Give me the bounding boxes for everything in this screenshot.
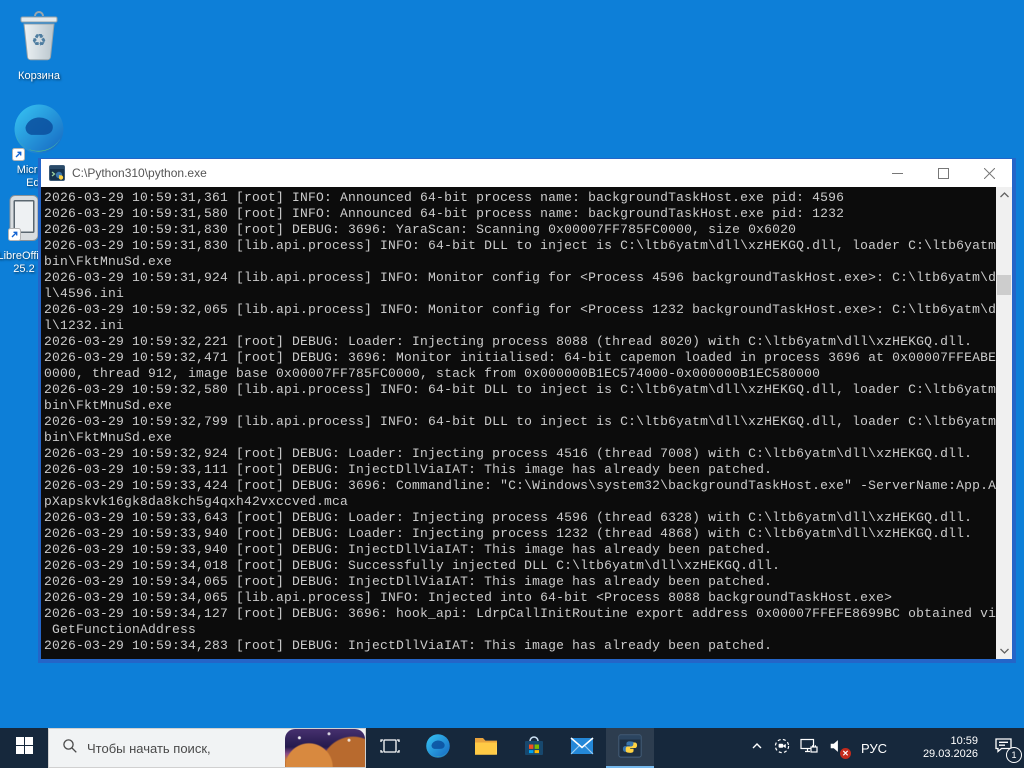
console-output[interactable]: 2026-03-29 10:59:31,361 [root] INFO: Ann… bbox=[44, 190, 1004, 654]
edge-icon bbox=[425, 733, 451, 764]
vertical-scrollbar[interactable] bbox=[996, 187, 1012, 659]
console-content[interactable]: 2026-03-29 10:59:31,361 [root] INFO: Ann… bbox=[41, 187, 1012, 659]
taskbar: Чтобы начать поиск, ✕ РУС 10:59 29.03.20… bbox=[0, 728, 1024, 768]
clock-date: 29.03.2026 bbox=[922, 748, 978, 760]
taskbar-search-box[interactable]: Чтобы начать поиск, bbox=[48, 728, 366, 768]
recycle-bin-icon: ♻ bbox=[16, 10, 62, 67]
tray-network-button[interactable] bbox=[795, 728, 822, 768]
search-highlight-image[interactable] bbox=[285, 729, 365, 767]
maximize-button[interactable] bbox=[920, 159, 966, 187]
system-tray: ✕ РУС 10:59 29.03.2026 1 bbox=[745, 728, 1024, 768]
taskbar-edge-button[interactable] bbox=[414, 728, 462, 768]
tray-volume-button[interactable]: ✕ bbox=[822, 728, 852, 768]
mail-icon bbox=[569, 733, 595, 764]
recycle-bin-label: Корзина bbox=[18, 70, 60, 82]
python-console-icon bbox=[49, 165, 65, 181]
windows-logo-icon bbox=[15, 737, 33, 759]
taskbar-file-explorer-button[interactable] bbox=[462, 728, 510, 768]
task-view-button[interactable] bbox=[366, 728, 414, 768]
tray-show-hidden-icons-button[interactable] bbox=[745, 728, 769, 768]
search-icon bbox=[62, 738, 78, 759]
taskbar-python-console-button[interactable] bbox=[606, 728, 654, 768]
scrollbar-thumb[interactable] bbox=[997, 275, 1011, 295]
close-button[interactable] bbox=[966, 159, 1012, 187]
scroll-down-icon[interactable] bbox=[996, 643, 1012, 659]
python-console-icon bbox=[617, 733, 643, 764]
tray-language-indicator[interactable]: РУС bbox=[852, 728, 896, 768]
microsoft-store-icon bbox=[522, 734, 546, 763]
desktop-background: ♻ Корзина LibreOffice 25.2 C:\Python310\… bbox=[0, 0, 1024, 768]
shortcut-arrow-icon bbox=[12, 148, 25, 161]
window-title-bar[interactable]: C:\Python310\python.exe bbox=[41, 159, 1012, 187]
camera-dashed-circle-icon bbox=[773, 737, 791, 760]
chevron-up-icon bbox=[750, 739, 764, 758]
network-icon bbox=[799, 736, 819, 761]
shortcut-arrow-icon bbox=[8, 228, 21, 241]
svg-text:♻: ♻ bbox=[31, 31, 46, 51]
desktop-icon-recycle-bin[interactable]: ♻ Корзина bbox=[10, 10, 68, 83]
tray-clock[interactable]: 10:59 29.03.2026 bbox=[896, 728, 982, 768]
search-placeholder: Чтобы начать поиск, bbox=[87, 740, 211, 756]
minimize-button[interactable] bbox=[874, 159, 920, 187]
window-title: C:\Python310\python.exe bbox=[72, 166, 207, 180]
taskbar-store-button[interactable] bbox=[510, 728, 558, 768]
file-explorer-icon bbox=[473, 733, 499, 764]
scroll-up-icon[interactable] bbox=[996, 187, 1012, 203]
notification-count-badge: 1 bbox=[1006, 747, 1022, 763]
taskbar-mail-button[interactable] bbox=[558, 728, 606, 768]
edge-icon bbox=[12, 102, 66, 161]
console-window: C:\Python310\python.exe 2026-03-29 10:59… bbox=[38, 158, 1016, 663]
task-view-icon bbox=[379, 735, 401, 762]
start-button[interactable] bbox=[0, 728, 48, 768]
tray-action-center-button[interactable]: 1 bbox=[982, 728, 1024, 768]
clock-time: 10:59 bbox=[950, 735, 978, 747]
mute-x-badge: ✕ bbox=[840, 748, 851, 759]
tray-meet-now-button[interactable] bbox=[769, 728, 795, 768]
libreoffice-icon bbox=[8, 194, 40, 247]
